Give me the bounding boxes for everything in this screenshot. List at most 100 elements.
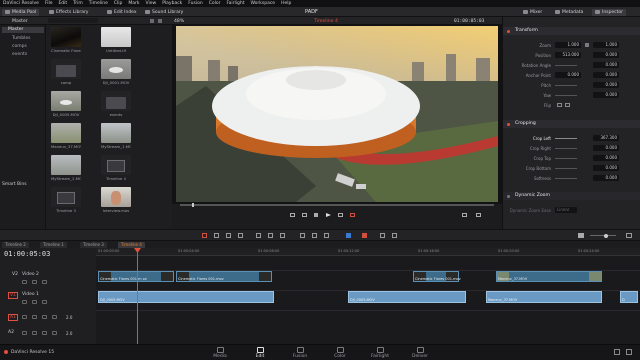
transform-section[interactable]: Transform bbox=[503, 27, 640, 35]
page-color[interactable]: Color bbox=[320, 347, 360, 359]
menu-mark[interactable]: Mark bbox=[128, 1, 139, 6]
effects-library-button[interactable]: Effects Library bbox=[46, 9, 91, 16]
crop-top-slider[interactable] bbox=[555, 157, 577, 159]
dz-ease-select[interactable]: Linear bbox=[555, 207, 577, 213]
timeline-ruler[interactable]: 01:00:00:00 01:00:04:00 01:00:08:00 01:0… bbox=[96, 248, 640, 256]
clip-item[interactable]: Untitled.tif bbox=[101, 27, 131, 53]
tab-timeline-2[interactable]: Timeline 2 bbox=[2, 241, 29, 248]
zoom-x-field[interactable]: 1.000 bbox=[555, 42, 581, 48]
timeline-clip[interactable]: D bbox=[620, 291, 638, 303]
insert-clip-icon[interactable] bbox=[256, 233, 261, 238]
solo-icon[interactable] bbox=[42, 315, 47, 319]
auto-select-icon[interactable] bbox=[32, 315, 37, 319]
position-lock-icon[interactable] bbox=[324, 233, 329, 238]
pitch-slider[interactable] bbox=[555, 84, 577, 86]
bin-master[interactable]: Master bbox=[2, 27, 44, 33]
menu-edit[interactable]: Edit bbox=[58, 1, 67, 6]
menu-clip[interactable]: Clip bbox=[114, 1, 123, 6]
menu-timeline[interactable]: Timeline bbox=[89, 1, 108, 6]
solo-icon[interactable] bbox=[42, 331, 47, 335]
menu-playback[interactable]: Playback bbox=[162, 1, 182, 6]
crop-left-slider[interactable] bbox=[555, 137, 577, 139]
zoom-detail-icon[interactable] bbox=[392, 233, 397, 238]
video-frame[interactable] bbox=[176, 26, 498, 202]
menu-workspace[interactable]: Workspace bbox=[250, 1, 275, 6]
timeline-clip[interactable]: Cinematic Flares 001.mov bbox=[176, 271, 272, 282]
stop-icon[interactable] bbox=[314, 213, 318, 217]
crop-left-field[interactable]: 367.300 bbox=[593, 135, 619, 141]
scrubber-playhead[interactable] bbox=[192, 203, 194, 207]
linked-selection-icon[interactable] bbox=[312, 233, 317, 238]
bin-comps[interactable]: comps bbox=[12, 44, 27, 49]
dynamic-zoom-section[interactable]: Dynamic Zoom bbox=[503, 192, 640, 200]
track-disable-icon[interactable] bbox=[42, 280, 47, 284]
settings-icon[interactable] bbox=[626, 349, 632, 355]
volume-slider-knob[interactable] bbox=[604, 233, 608, 238]
page-fairlight[interactable]: Fairlight bbox=[360, 347, 400, 359]
anchor-y-field[interactable]: 0.000 bbox=[593, 72, 619, 78]
meter-icon[interactable] bbox=[626, 233, 632, 238]
track-a2-id[interactable]: A2 bbox=[8, 330, 14, 335]
page-media[interactable]: Media bbox=[200, 347, 240, 359]
crop-bottom-field[interactable]: 0.000 bbox=[593, 165, 619, 171]
yaw-field[interactable]: 0.000 bbox=[593, 92, 619, 98]
marker-icon[interactable] bbox=[362, 233, 367, 238]
track-a1-id[interactable]: A1 bbox=[8, 314, 18, 321]
flip-horizontal-icon[interactable] bbox=[557, 103, 562, 107]
zoom-fit-icon[interactable] bbox=[380, 233, 385, 238]
flag-icon[interactable] bbox=[346, 233, 351, 238]
softness-slider[interactable] bbox=[555, 177, 577, 179]
tab-timeline-1[interactable]: Timeline 1 bbox=[40, 241, 67, 248]
cropping-section[interactable]: Cropping bbox=[503, 120, 640, 128]
reverse-icon[interactable] bbox=[302, 213, 307, 217]
auto-select-icon[interactable] bbox=[32, 300, 37, 304]
lock-icon[interactable] bbox=[22, 300, 27, 304]
timeline-clip[interactable]: Maneuv_37.MOV bbox=[496, 271, 602, 282]
link-icon[interactable] bbox=[585, 43, 589, 47]
yaw-slider[interactable] bbox=[555, 94, 577, 96]
mixer-button[interactable]: Mixer bbox=[520, 9, 545, 16]
menu-app[interactable]: DaVinci Resolve bbox=[3, 1, 39, 6]
crop-right-field[interactable]: 0.000 bbox=[593, 145, 619, 151]
skip-forward-icon[interactable] bbox=[338, 213, 343, 217]
menu-file[interactable]: File bbox=[45, 1, 53, 6]
clip-item[interactable]: Interview.mov bbox=[101, 187, 131, 213]
bin-events[interactable]: events bbox=[12, 52, 27, 57]
playhead[interactable] bbox=[137, 248, 138, 344]
lock-icon[interactable] bbox=[22, 331, 27, 335]
inspector-button[interactable]: Inspector bbox=[592, 8, 626, 16]
timeline-clip[interactable]: Cinematic Flares 001.mov bbox=[413, 271, 461, 282]
track-v1-id[interactable]: V1 bbox=[8, 292, 18, 299]
tab-timeline-4[interactable]: Timeline 4 bbox=[118, 241, 145, 248]
zoom-level[interactable]: 48% bbox=[174, 19, 184, 24]
match-frame-icon[interactable] bbox=[462, 213, 467, 217]
menu-fairlight[interactable]: Fairlight bbox=[226, 1, 244, 6]
menu-color[interactable]: Color bbox=[209, 1, 221, 6]
softness-field[interactable]: 0.000 bbox=[593, 175, 619, 181]
menu-fusion[interactable]: Fusion bbox=[188, 1, 202, 6]
timeline-name[interactable]: Timeline 4 bbox=[314, 19, 338, 24]
scrubber-bar[interactable] bbox=[180, 204, 494, 206]
play-icon[interactable] bbox=[326, 213, 331, 217]
overwrite-clip-icon[interactable] bbox=[268, 233, 273, 238]
volume-icon[interactable] bbox=[578, 233, 584, 238]
page-deliver[interactable]: Deliver bbox=[400, 347, 440, 359]
media-pool-button[interactable]: Media Pool bbox=[2, 8, 40, 16]
sound-library-button[interactable]: Sound Library bbox=[142, 9, 186, 16]
smart-bins-header[interactable]: Smart Bins bbox=[2, 182, 27, 187]
snapping-icon[interactable] bbox=[300, 233, 305, 238]
mute-icon[interactable] bbox=[52, 331, 57, 335]
rotation-field[interactable]: 0.000 bbox=[593, 62, 619, 68]
clip-item[interactable]: DJI_0005.MOV bbox=[51, 91, 81, 117]
menu-trim[interactable]: Trim bbox=[73, 1, 83, 6]
replace-clip-icon[interactable] bbox=[280, 233, 285, 238]
menu-view[interactable]: View bbox=[146, 1, 157, 6]
home-icon[interactable] bbox=[614, 349, 620, 355]
position-x-field[interactable]: 513.000 bbox=[555, 52, 581, 58]
skip-back-icon[interactable] bbox=[290, 213, 295, 217]
clip-item[interactable]: DJI_0001.MOV bbox=[101, 59, 131, 85]
trim-tool-icon[interactable] bbox=[214, 233, 219, 238]
clip-item[interactable]: Timeline 4 bbox=[101, 155, 131, 181]
page-fusion[interactable]: Fusion bbox=[280, 347, 320, 359]
bin-tumbles[interactable]: Tumbles bbox=[12, 36, 31, 41]
